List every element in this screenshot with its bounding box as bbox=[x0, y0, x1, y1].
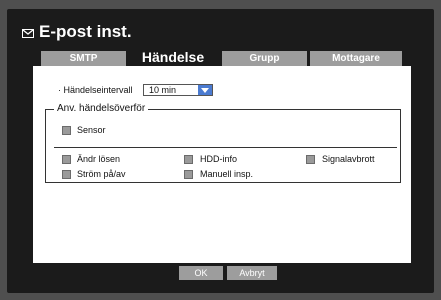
manual-record-checkbox[interactable] bbox=[184, 170, 193, 179]
tab-grupp[interactable]: Grupp bbox=[222, 51, 307, 66]
mail-icon bbox=[22, 28, 34, 38]
interval-select[interactable]: 10 min bbox=[143, 84, 213, 96]
change-password-checkbox[interactable] bbox=[62, 155, 71, 164]
group-legend: Anv. händelsöverför bbox=[54, 103, 149, 114]
signal-loss-label: Signalavbrott bbox=[322, 154, 375, 164]
interval-label: · Händelseintervall bbox=[58, 85, 133, 95]
manual-record-label: Manuell insp. bbox=[200, 169, 254, 179]
hdd-info-label: HDD-info bbox=[200, 154, 238, 164]
tab-handelse[interactable]: Händelse bbox=[128, 48, 218, 66]
tab-smtp[interactable]: SMTP bbox=[41, 51, 126, 66]
change-password-label: Ändr lösen bbox=[77, 154, 121, 164]
chevron-down-icon[interactable] bbox=[198, 85, 212, 95]
sensor-label: Sensor bbox=[77, 125, 106, 135]
tab-bar: SMTP Händelse Grupp Mottagare bbox=[41, 48, 403, 66]
tab-mottagare[interactable]: Mottagare bbox=[310, 51, 402, 66]
title-text: E-post inst. bbox=[39, 22, 132, 41]
interval-value: 10 min bbox=[149, 85, 177, 95]
cancel-button[interactable]: Avbryt bbox=[227, 266, 277, 280]
sensor-checkbox[interactable] bbox=[62, 126, 71, 135]
signal-loss-checkbox[interactable] bbox=[306, 155, 315, 164]
dialog-title: E-post inst. bbox=[22, 22, 132, 42]
group-divider bbox=[54, 147, 397, 148]
power-checkbox[interactable] bbox=[62, 170, 71, 179]
ok-button[interactable]: OK bbox=[179, 266, 223, 280]
hdd-info-checkbox[interactable] bbox=[184, 155, 193, 164]
power-label: Ström på/av bbox=[77, 169, 126, 179]
